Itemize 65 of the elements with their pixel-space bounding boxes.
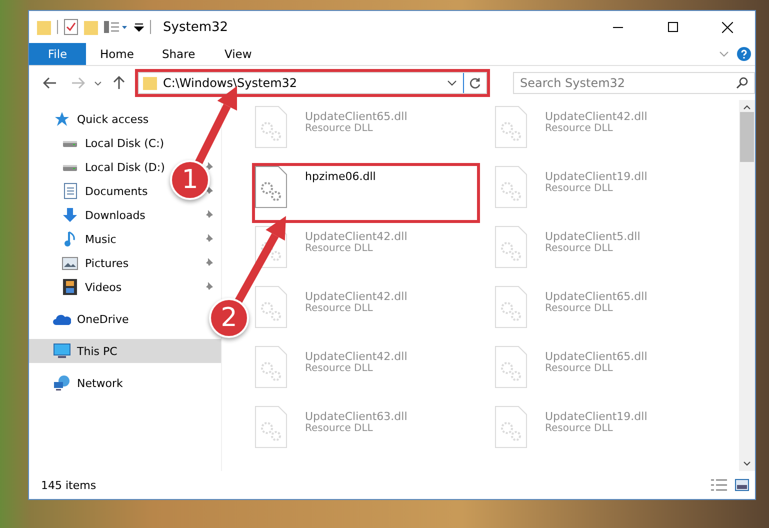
file-type: Resource DLL [545,423,614,434]
dropdown-icon[interactable] [134,22,144,32]
file-type: Resource DLL [305,123,374,134]
sidebar-item[interactable]: Network [77,376,123,390]
sidebar-item[interactable]: Pictures [85,256,129,270]
chevron-down-icon[interactable] [94,80,102,86]
close-icon [722,22,733,32]
new-folder-icon[interactable] [84,19,98,35]
sidebar-item[interactable]: Quick access [77,112,149,126]
chevron-down-icon[interactable] [447,80,457,86]
file-type: Resource DLL [545,183,614,194]
star-icon [54,111,70,127]
music-note-icon [64,231,76,247]
film-icon [63,279,77,295]
search-icon[interactable] [736,77,748,89]
scrollbar-thumb[interactable] [740,112,754,162]
file-name[interactable]: hpzime06.dll [305,170,376,183]
back-arrow-icon[interactable] [42,77,57,89]
sidebar-item[interactable]: OneDrive [77,312,129,326]
address-bar[interactable]: C:\Windows\System32 [138,72,487,94]
refresh-icon [469,77,481,89]
folder-icon [142,76,157,90]
chevron-down-icon[interactable] [743,461,751,466]
sidebar-item[interactable]: This PC [29,339,221,363]
minimize-icon [612,26,622,28]
monitor-icon [53,343,71,359]
file-type: Resource DLL [545,363,614,374]
details-view-icon[interactable] [711,479,727,491]
picture-icon [62,256,78,270]
help-icon[interactable] [737,47,751,61]
chevron-up-icon[interactable] [743,105,751,110]
item-count: 145 items [41,478,96,492]
sidebar-item[interactable]: Local Disk (D:) [85,160,165,174]
up-arrow-icon[interactable] [113,76,126,90]
sidebar-item[interactable]: Local Disk (C:) [85,136,164,150]
network-icon [53,375,71,391]
file-type: Resource DLL [305,363,374,374]
ribbon-tab[interactable]: File [29,43,86,65]
large-icons-view-icon[interactable] [735,479,749,491]
forward-arrow-icon[interactable] [70,77,85,89]
expand-ribbon-icon[interactable] [719,51,729,57]
file-type: Resource DLL [545,303,614,314]
dll-file-icon[interactable] [255,166,287,208]
maximize-icon [668,22,678,32]
window-title: System32 [163,20,228,34]
properties-icon[interactable] [64,19,78,35]
sidebar-item[interactable]: Documents [85,184,148,198]
sidebar-item[interactable]: Music [85,232,116,246]
scrollbar[interactable] [739,100,755,471]
ribbon-tab[interactable]: View [209,43,268,65]
document-icon [64,183,76,199]
file-type: Resource DLL [545,123,614,134]
sidebar-item[interactable]: Downloads [85,208,146,222]
ribbon-tab[interactable]: Share [148,43,210,65]
download-arrow-icon [62,207,78,223]
search-field[interactable]: Search System32 [513,72,755,94]
file-type: Resource DLL [305,243,374,254]
ribbon-tab[interactable]: Home [86,43,148,65]
file-type: Resource DLL [545,243,614,254]
folder-icon [37,19,51,35]
cloud-icon [53,314,71,324]
view-options-icon[interactable] [104,20,128,34]
sidebar-item[interactable]: Videos [85,280,122,294]
file-type: Resource DLL [305,303,374,314]
file-type: Resource DLL [305,423,374,434]
